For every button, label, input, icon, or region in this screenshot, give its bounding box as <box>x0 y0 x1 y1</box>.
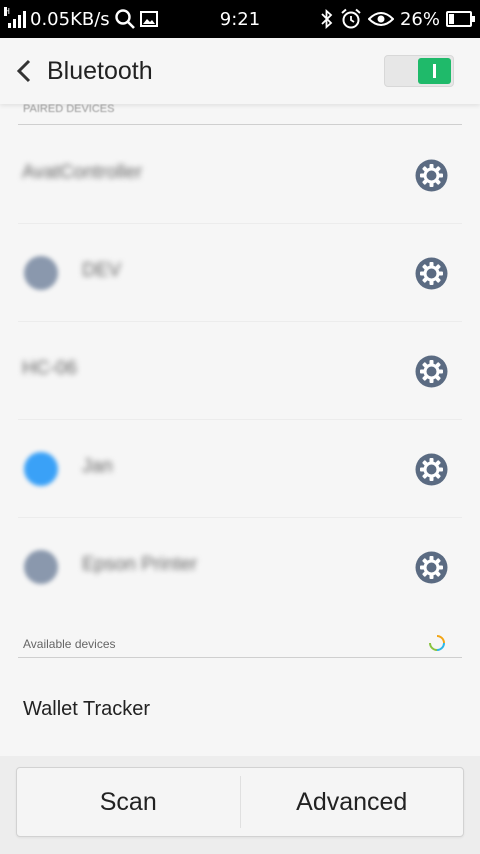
back-arrow-icon[interactable] <box>14 58 36 84</box>
available-device-name: Wallet Tracker <box>23 698 151 720</box>
battery-icon <box>446 11 475 27</box>
row-divider <box>18 223 462 224</box>
row-divider <box>18 517 462 518</box>
battery-percent: 26% <box>399 8 440 30</box>
status-bar: H 0.05KB/s 9:21 26% <box>0 0 480 38</box>
paired-device-name: Jan <box>82 456 113 477</box>
loading-spinner-icon <box>429 635 445 651</box>
bluetooth-toggle[interactable] <box>384 55 454 87</box>
paired-device-row[interactable]: HC-06 <box>0 323 480 420</box>
paired-device-name: AvatController <box>22 162 143 183</box>
row-divider <box>18 419 462 420</box>
paired-device-name: DEV <box>82 260 122 281</box>
paired-device-row[interactable]: DEV <box>0 225 480 322</box>
device-settings-gear-icon[interactable] <box>415 257 448 290</box>
available-device-row[interactable]: Wallet Tracker <box>0 658 480 756</box>
advanced-button[interactable]: Advanced <box>241 768 464 836</box>
paired-device-row[interactable]: Jan <box>0 421 480 518</box>
paired-device-name: Epson Printer <box>82 554 198 575</box>
scan-button[interactable]: Scan <box>17 768 240 836</box>
row-divider <box>18 321 462 322</box>
device-type-icon <box>24 452 58 486</box>
page-title: Bluetooth <box>47 57 153 85</box>
paired-device-name: HC-06 <box>22 358 77 379</box>
device-settings-gear-icon[interactable] <box>415 159 448 192</box>
paired-divider <box>18 124 462 125</box>
available-devices-label: Available devices <box>23 637 116 651</box>
app-header: Bluetooth <box>0 38 480 104</box>
device-settings-gear-icon[interactable] <box>415 355 448 388</box>
eye-icon <box>367 12 394 26</box>
bluetooth-icon <box>321 9 333 29</box>
bottom-action-bar: Scan Advanced <box>16 767 464 837</box>
device-settings-gear-icon[interactable] <box>415 453 448 486</box>
device-settings-gear-icon[interactable] <box>415 551 448 584</box>
device-type-icon <box>24 256 58 290</box>
alarm-icon <box>341 8 361 29</box>
paired-device-row[interactable]: AvatController <box>0 127 480 224</box>
device-type-icon <box>24 550 58 584</box>
battery-level <box>449 14 454 24</box>
toggle-knob <box>418 58 451 84</box>
paired-devices-label: PAIRED DEVICES <box>23 103 115 115</box>
paired-device-row[interactable]: Epson Printer <box>0 519 480 616</box>
